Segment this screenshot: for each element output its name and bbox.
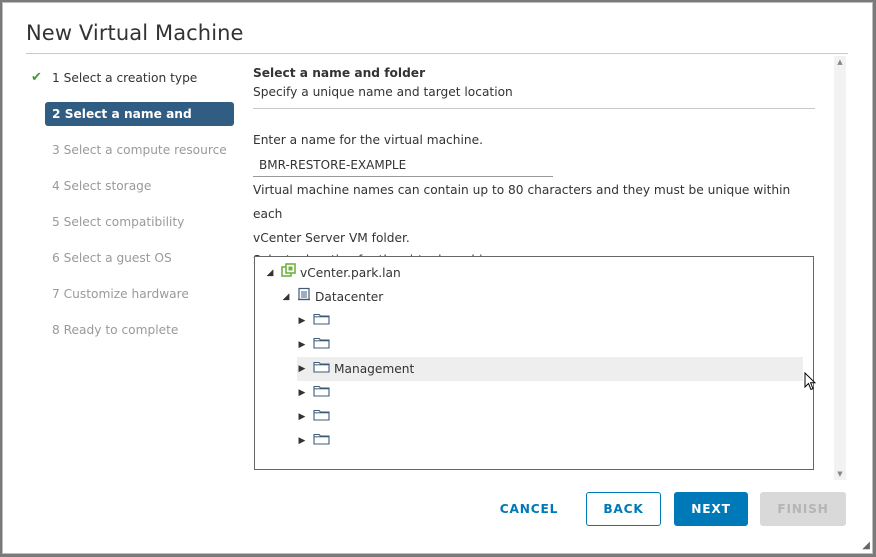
tree-node-folder[interactable]: ▶ bbox=[297, 381, 334, 405]
cancel-button[interactable]: CANCEL bbox=[488, 492, 570, 526]
vm-name-hint-line1: Virtual machine names can contain up to … bbox=[253, 183, 791, 221]
step-select-guest-os: 6 Select a guest OS bbox=[23, 246, 239, 270]
step-label: 6 Select a guest OS bbox=[52, 251, 172, 265]
tree-node-folder[interactable]: ▶ bbox=[297, 429, 334, 453]
tree-node-folder-management[interactable]: ▶ Management bbox=[297, 357, 803, 381]
expand-triangle-icon[interactable]: ▶ bbox=[297, 429, 307, 453]
folder-icon bbox=[313, 381, 330, 405]
step-customize-hardware: 7 Customize hardware bbox=[23, 282, 239, 306]
tree-node-label: Management bbox=[334, 362, 415, 376]
expand-triangle-icon[interactable]: ▶ bbox=[297, 357, 307, 381]
vcenter-icon bbox=[281, 261, 296, 285]
collapse-triangle-icon[interactable]: ◢ bbox=[281, 285, 291, 309]
tree-node-datacenter[interactable]: ◢ Datacenter bbox=[281, 285, 383, 309]
step-select-name-and-folder[interactable]: 2 Select a name and folder bbox=[45, 102, 234, 145]
step-select-creation-type[interactable]: ✔ 1 Select a creation type bbox=[23, 66, 239, 90]
collapse-triangle-icon[interactable]: ◢ bbox=[265, 261, 275, 285]
tree-node-vcenter[interactable]: ◢ vCenter.park.lan bbox=[265, 261, 401, 285]
tree-node-folder[interactable]: ▶ bbox=[297, 405, 334, 429]
step-select-compute-resource: 3 Select a compute resource bbox=[23, 138, 239, 162]
tree-node-folder[interactable]: ▶ bbox=[297, 333, 334, 357]
scroll-up-arrow-icon[interactable]: ▲ bbox=[834, 56, 846, 68]
step-label: 4 Select storage bbox=[52, 179, 152, 193]
dialog-title: New Virtual Machine bbox=[26, 21, 244, 45]
expand-triangle-icon[interactable]: ▶ bbox=[297, 333, 307, 357]
wizard-steps: ✔ 1 Select a creation type 2 Select a na… bbox=[23, 66, 239, 354]
title-divider bbox=[26, 53, 848, 54]
folder-icon bbox=[313, 429, 330, 453]
checkmark-icon: ✔ bbox=[31, 70, 42, 85]
next-button[interactable]: NEXT bbox=[674, 492, 748, 526]
step-ready-to-complete: 8 Ready to complete bbox=[23, 318, 239, 342]
step-label: 3 Select a compute resource bbox=[52, 143, 227, 157]
section-subtitle: Specify a unique name and target locatio… bbox=[253, 85, 513, 99]
step-select-compatibility: 5 Select compatibility bbox=[23, 210, 239, 234]
content-scrollbar[interactable]: ▲ ▼ bbox=[834, 56, 846, 480]
tree-node-label: Datacenter bbox=[315, 290, 384, 304]
step-label: 5 Select compatibility bbox=[52, 215, 185, 229]
vm-name-hint: Virtual machine names can contain up to … bbox=[253, 178, 815, 250]
location-tree[interactable]: ◢ vCenter.park.lan ◢ Datacenter ▶ ▶ ▶ Ma… bbox=[254, 256, 814, 470]
vm-name-hint-line2: vCenter Server VM folder. bbox=[253, 231, 410, 245]
folder-icon bbox=[313, 309, 330, 333]
tree-node-folder[interactable]: ▶ bbox=[297, 309, 334, 333]
section-divider bbox=[253, 108, 815, 109]
scroll-down-arrow-icon[interactable]: ▼ bbox=[834, 468, 846, 480]
folder-icon bbox=[313, 333, 330, 357]
folder-icon bbox=[313, 357, 330, 381]
expand-triangle-icon[interactable]: ▶ bbox=[297, 309, 307, 333]
step-label: 1 Select a creation type bbox=[52, 71, 198, 85]
mouse-cursor-icon bbox=[804, 371, 817, 395]
vm-name-input[interactable] bbox=[253, 155, 553, 177]
vm-name-label: Enter a name for the virtual machine. bbox=[253, 133, 483, 147]
tree-node-label: vCenter.park.lan bbox=[300, 266, 401, 280]
resize-grip-icon[interactable]: ◢ bbox=[862, 540, 870, 551]
step-content: Select a name and folder Specify a uniqu… bbox=[253, 66, 815, 270]
step-select-storage: 4 Select storage bbox=[23, 174, 239, 198]
folder-icon bbox=[313, 405, 330, 429]
section-title: Select a name and folder bbox=[253, 66, 426, 80]
expand-triangle-icon[interactable]: ▶ bbox=[297, 381, 307, 405]
step-label: 7 Customize hardware bbox=[52, 287, 189, 301]
finish-button: FINISH bbox=[760, 492, 846, 526]
back-button[interactable]: BACK bbox=[586, 492, 661, 526]
step-label: 8 Ready to complete bbox=[52, 323, 179, 337]
datacenter-icon bbox=[297, 285, 311, 309]
expand-triangle-icon[interactable]: ▶ bbox=[297, 405, 307, 429]
